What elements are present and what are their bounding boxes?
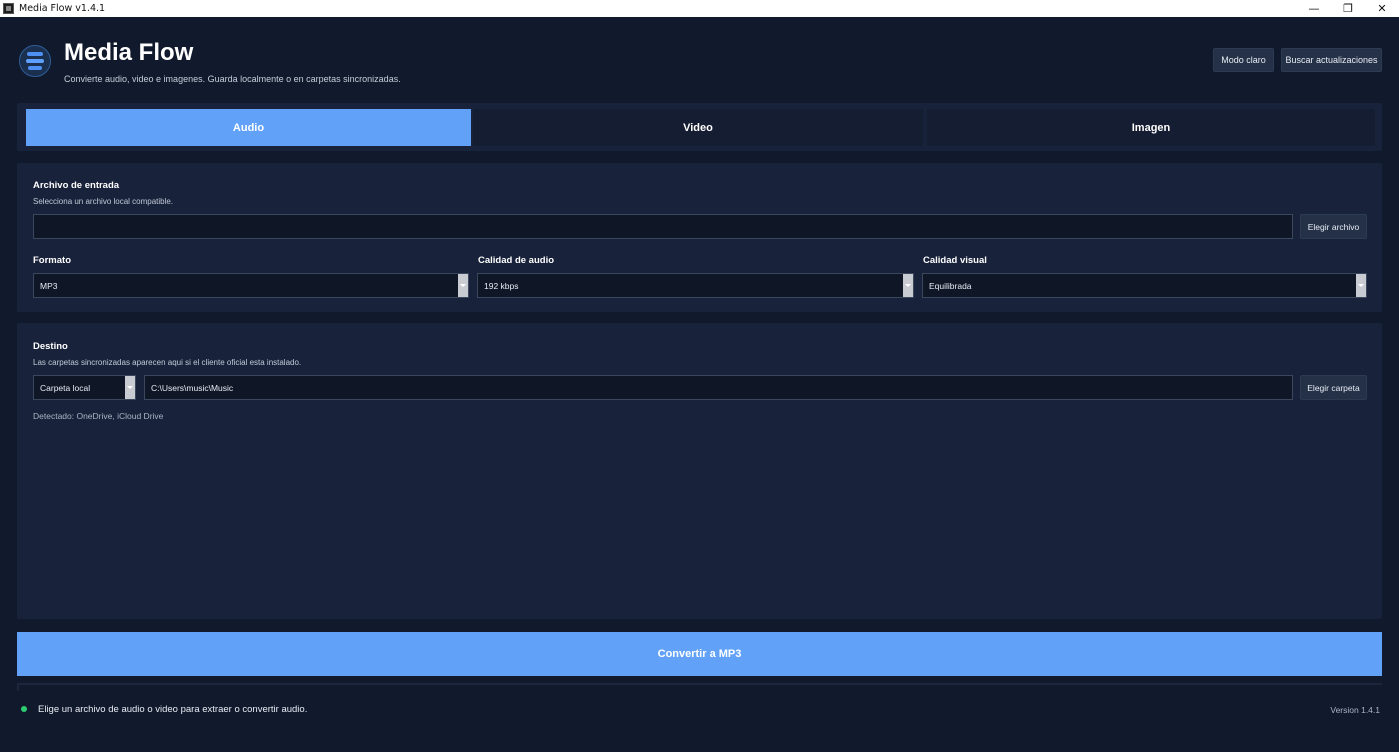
format-select[interactable]: MP3 bbox=[33, 273, 469, 298]
chevron-down-icon[interactable] bbox=[125, 376, 135, 399]
destination-title: Destino bbox=[33, 341, 68, 352]
detected-clouds: Detectado: OneDrive, iCloud Drive bbox=[33, 411, 164, 421]
divider bbox=[17, 683, 1382, 691]
input-file-field[interactable] bbox=[33, 214, 1293, 239]
app-subtitle: Convierte audio, video e imagenes. Guard… bbox=[64, 74, 401, 84]
visual-quality-select[interactable]: Equilibrada bbox=[922, 273, 1367, 298]
close-icon[interactable]: ✕ bbox=[1365, 0, 1399, 17]
window-controls: — ❐ ✕ bbox=[1297, 0, 1399, 17]
destination-hint: Las carpetas sincronizadas aparecen aqui… bbox=[33, 358, 302, 367]
input-section-hint: Selecciona un archivo local compatible. bbox=[33, 197, 174, 206]
light-mode-button[interactable]: Modo claro bbox=[1213, 48, 1274, 72]
input-panel: Archivo de entrada Selecciona un archivo… bbox=[17, 163, 1382, 312]
choose-file-button[interactable]: Elegir archivo bbox=[1300, 214, 1367, 239]
check-updates-button[interactable]: Buscar actualizaciones bbox=[1281, 48, 1382, 72]
audio-quality-value: 192 kbps bbox=[484, 280, 519, 291]
destination-path-field[interactable]: C:\Users\music\Music bbox=[144, 375, 1293, 400]
logo-bar bbox=[28, 66, 42, 70]
status-text: Elige un archivo de audio o video para e… bbox=[38, 704, 308, 715]
tab-image[interactable]: Imagen bbox=[927, 109, 1375, 146]
logo-bar bbox=[27, 52, 43, 56]
convert-button[interactable]: Convertir a MP3 bbox=[17, 632, 1382, 676]
app-logo-icon bbox=[19, 45, 51, 77]
title-bar: Media Flow v1.4.1 — ❐ ✕ bbox=[0, 0, 1399, 17]
app-icon bbox=[3, 3, 14, 14]
chevron-down-icon[interactable] bbox=[903, 274, 913, 297]
version-label: Version 1.4.1 bbox=[1330, 705, 1380, 715]
tab-audio[interactable]: Audio bbox=[26, 109, 471, 146]
audio-quality-select[interactable]: 192 kbps bbox=[477, 273, 914, 298]
choose-folder-button[interactable]: Elegir carpeta bbox=[1300, 375, 1367, 400]
status-indicator-icon bbox=[21, 706, 27, 712]
chevron-down-icon[interactable] bbox=[1356, 274, 1366, 297]
visual-quality-label: Calidad visual bbox=[923, 255, 987, 266]
visual-quality-value: Equilibrada bbox=[929, 280, 972, 291]
tab-bar: Audio Video Imagen bbox=[17, 103, 1382, 151]
destination-panel: Destino Las carpetas sincronizadas apare… bbox=[17, 323, 1382, 619]
app-title: Media Flow bbox=[64, 39, 194, 66]
minimize-icon[interactable]: — bbox=[1297, 0, 1331, 17]
format-value: MP3 bbox=[40, 280, 58, 291]
location-type-select[interactable]: Carpeta local bbox=[33, 375, 136, 400]
maximize-icon[interactable]: ❐ bbox=[1331, 0, 1365, 17]
logo-bar bbox=[26, 59, 44, 63]
audio-quality-label: Calidad de audio bbox=[478, 255, 555, 266]
input-section-title: Archivo de entrada bbox=[33, 180, 120, 191]
location-type-value: Carpeta local bbox=[40, 382, 91, 393]
chevron-down-icon[interactable] bbox=[458, 274, 468, 297]
tab-video[interactable]: Video bbox=[473, 109, 923, 146]
format-label: Formato bbox=[33, 255, 71, 266]
window-title: Media Flow v1.4.1 bbox=[19, 3, 106, 14]
